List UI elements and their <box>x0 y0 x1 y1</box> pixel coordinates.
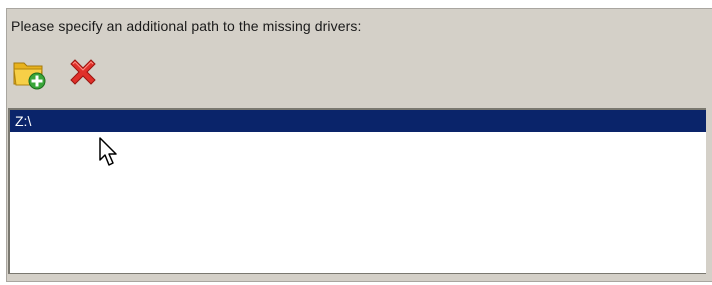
list-item[interactable]: Z:\ <box>10 110 706 132</box>
driver-path-list[interactable]: Z:\ <box>8 108 706 274</box>
path-label: Z:\ <box>15 113 32 129</box>
driver-path-dialog: Please specify an additional path to the… <box>0 0 712 285</box>
add-path-button[interactable] <box>10 54 48 92</box>
delete-x-icon <box>70 59 96 85</box>
folder-add-icon <box>13 62 46 90</box>
remove-path-button[interactable] <box>64 54 102 92</box>
mouse-pointer-icon <box>99 137 117 166</box>
instruction-label: Please specify an additional path to the… <box>11 18 362 34</box>
